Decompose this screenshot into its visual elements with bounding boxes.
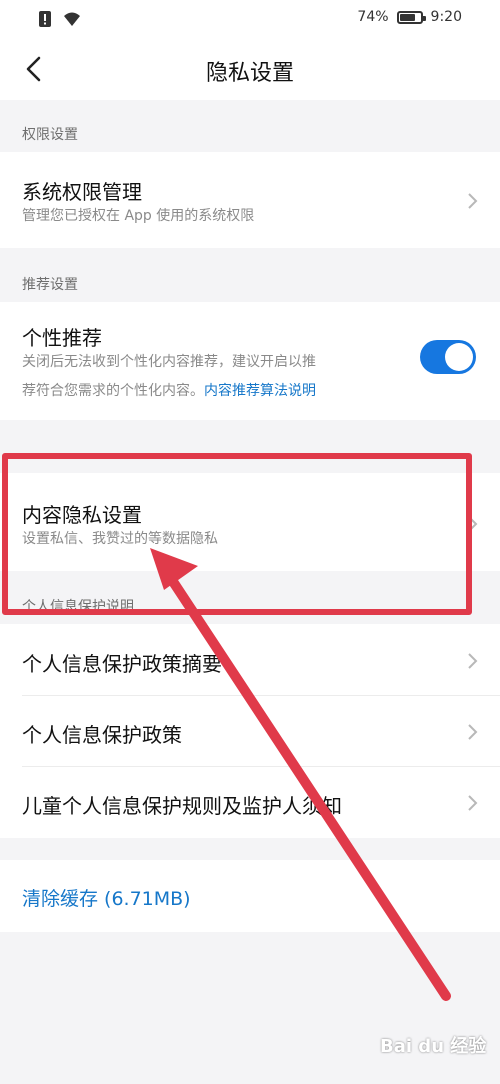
chevron-right-icon <box>468 724 478 740</box>
status-bar: 74% 9:20 <box>0 0 500 38</box>
section-label-info-protection: 个人信息保护说明 <box>22 599 134 615</box>
section-label-recommend: 推荐设置 <box>22 277 78 293</box>
personal-recommend-subtitle-2: 荐符合您需求的个性化内容。内容推荐算法说明 <box>22 379 316 403</box>
watermark: Bai du 经验 <box>380 1036 487 1057</box>
alert-icon <box>39 11 51 27</box>
personal-recommend-subtitle-1: 关闭后无法收到个性化内容推荐，建议开启以推 <box>22 354 316 370</box>
chevron-right-icon <box>468 516 478 532</box>
status-right: 74% 9:20 <box>357 9 462 25</box>
children-policy-item[interactable]: 儿童个人信息保护规则及监护人须知 <box>22 790 342 819</box>
divider <box>22 766 500 767</box>
battery-fill <box>399 13 415 21</box>
system-permissions-row[interactable]: 系统权限管理 管理您已授权在 App 使用的系统权限 <box>0 152 500 248</box>
content-privacy-subtitle: 设置私信、我赞过的等数据隐私 <box>22 531 218 547</box>
status-left <box>38 10 82 28</box>
page-title: 隐私设置 <box>205 61 294 86</box>
algorithm-explanation-link[interactable]: 内容推荐算法说明 <box>204 383 316 399</box>
chevron-right-icon <box>468 193 478 209</box>
clock: 9:20 <box>430 9 462 25</box>
divider <box>22 695 500 696</box>
clear-cache-row[interactable]: 清除缓存 (6.71MB) <box>0 860 500 932</box>
toggle-knob <box>445 343 473 371</box>
battery-percent: 74% <box>357 9 389 25</box>
personal-recommend-title: 个性推荐 <box>22 326 102 350</box>
policy-item[interactable]: 个人信息保护政策 <box>22 719 182 748</box>
content-privacy-row[interactable]: 内容隐私设置 设置私信、我赞过的等数据隐私 <box>0 473 500 571</box>
system-permissions-title: 系统权限管理 <box>22 180 142 204</box>
chevron-right-icon <box>468 653 478 669</box>
personal-recommend-subtitle-2-text: 荐符合您需求的个性化内容。 <box>22 383 204 399</box>
info-protection-list: 个人信息保护政策摘要 个人信息保护政策 儿童个人信息保护规则及监护人须知 <box>0 624 500 838</box>
top-bar: 隐私设置 <box>0 38 500 100</box>
chevron-right-icon <box>468 795 478 811</box>
content-privacy-title: 内容隐私设置 <box>22 503 142 527</box>
battery-icon <box>396 10 426 24</box>
system-permissions-subtitle: 管理您已授权在 App 使用的系统权限 <box>22 208 255 224</box>
personal-recommend-toggle[interactable] <box>420 340 476 374</box>
policy-summary-item[interactable]: 个人信息保护政策摘要 <box>22 648 222 677</box>
clear-cache-button[interactable]: 清除缓存 (6.71MB) <box>22 884 191 911</box>
section-label-permissions: 权限设置 <box>22 127 78 143</box>
wifi-icon <box>64 12 80 26</box>
